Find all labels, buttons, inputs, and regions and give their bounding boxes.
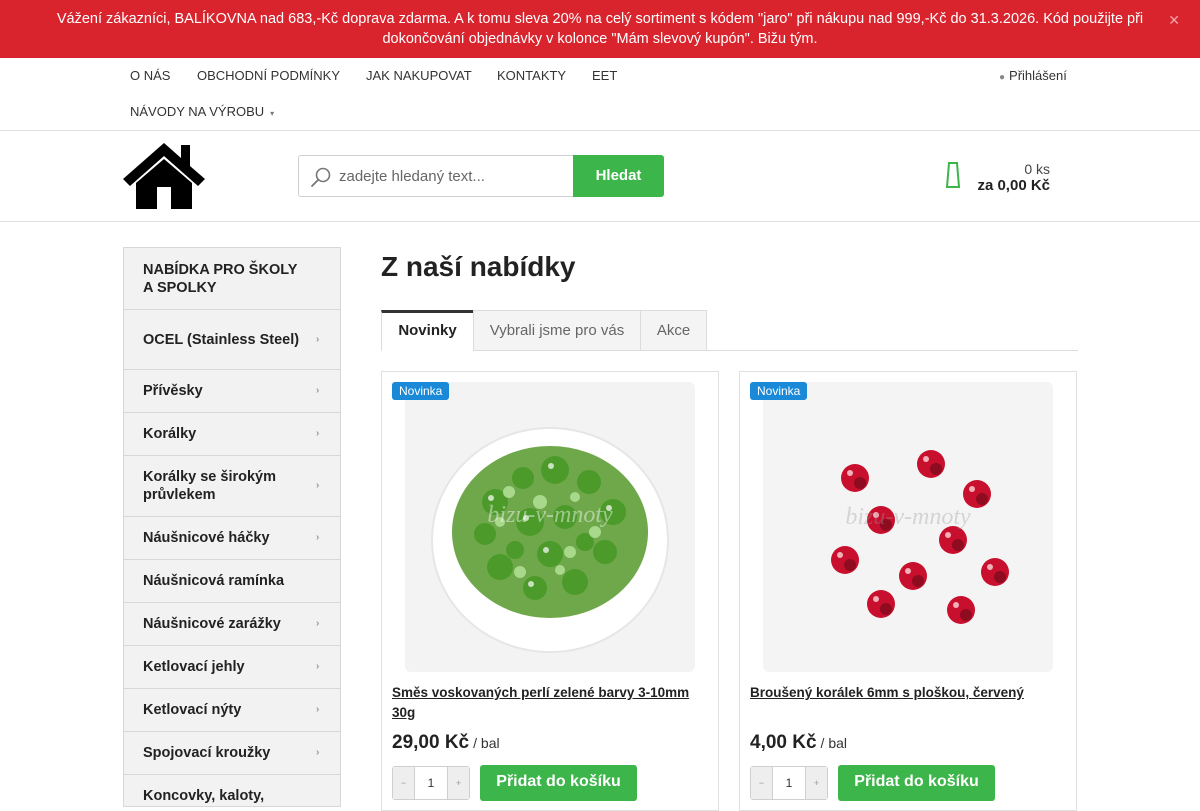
cart-total: za 0,00 Kč — [977, 177, 1050, 194]
search-icon — [311, 167, 331, 187]
sidebar-item-koralky-siroky[interactable]: Korálky se širokým průvlekem › — [124, 456, 340, 517]
chevron-right-icon: › — [316, 661, 320, 672]
sidebar-item-label: Ketlovací jehly — [143, 659, 245, 675]
home-logo-icon[interactable] — [123, 143, 205, 209]
sidebar-item-koralky[interactable]: Korálky › — [124, 413, 340, 456]
product-card: Novinka bizu-v-mnoty Broušený korálek 6m… — [739, 371, 1077, 811]
add-to-cart-button[interactable]: Přidat do košíku — [480, 765, 637, 801]
sidebar-item-label: Koncovky, kaloty, — [143, 788, 265, 804]
sidebar-item-spojovaci-krouzky[interactable]: Spojovací kroužky › — [124, 732, 340, 775]
chevron-right-icon: › — [316, 704, 320, 715]
chevron-right-icon: › — [316, 480, 320, 491]
sidebar-item-nausnicova-raminka[interactable]: Náušnicová ramínka — [124, 560, 340, 603]
sidebar-item-label: Ketlovací nýty — [143, 702, 242, 718]
chevron-down-icon: ▾ — [270, 109, 275, 118]
cart-widget[interactable]: 0 ks za 0,00 Kč — [944, 153, 1050, 201]
search-button[interactable]: Hledat — [573, 155, 664, 197]
sidebar-item-label: Korálky se širokým průvlekem — [143, 469, 276, 503]
sidebar-item-label: Přívěsky — [143, 383, 203, 399]
sidebar-item-ketlovaci-nyty[interactable]: Ketlovací nýty › — [124, 689, 340, 732]
chevron-right-icon: › — [316, 618, 320, 629]
chevron-right-icon: › — [316, 333, 320, 345]
category-sidebar: NABÍDKA PRO ŠKOLY A SPOLKY OCEL (Stainle… — [123, 247, 341, 807]
tab-novinky[interactable]: Novinky — [381, 310, 474, 351]
sidebar-item-label: Náušnicová ramínka — [143, 573, 285, 589]
quantity-input[interactable] — [415, 767, 447, 799]
banner-text: Vážení zákazníci, BALÍKOVNA nad 683,-Kč … — [56, 11, 1144, 47]
cart-icon — [946, 162, 960, 188]
top-navigation: O nás Obchodní podmínky Jak nakupovat Ko… — [0, 58, 1200, 131]
tab-vybrali-jsme[interactable]: Vybrali jsme pro vás — [473, 310, 641, 351]
product-price: 29,00 Kč / bal — [392, 732, 500, 754]
minus-icon[interactable]: − — [751, 767, 773, 799]
chevron-right-icon: › — [316, 532, 320, 543]
product-image[interactable]: bizu-v-mnoty — [763, 382, 1053, 672]
new-badge: Novinka — [392, 382, 450, 400]
quantity-stepper: − + — [392, 766, 470, 800]
sidebar-item-nausnicove-zarazky[interactable]: Náušnicové zarážky › — [124, 603, 340, 646]
login-label: Přihlášení — [1009, 68, 1067, 83]
close-icon[interactable]: ✕ — [1168, 10, 1180, 30]
image-watermark: bizu-v-mnoty — [845, 504, 971, 530]
announcement-banner: Vážení zákazníci, BALÍKOVNA nad 683,-Kč … — [0, 0, 1200, 58]
nav-item-obchodni-podminky[interactable]: Obchodní podmínky — [197, 68, 340, 83]
cart-count: 0 ks — [1024, 161, 1050, 177]
login-link[interactable]: ● Přihlášení — [999, 68, 1067, 83]
nav-item-eet[interactable]: EET — [592, 68, 617, 83]
chevron-right-icon: › — [316, 428, 320, 439]
product-tabs: Novinky Vybrali jsme pro vás Akce — [381, 310, 1078, 351]
sidebar-item-nausnicove-hacky[interactable]: Náušnicové háčky › — [124, 517, 340, 560]
user-icon: ● — [999, 72, 1006, 83]
quantity-stepper: − + — [750, 766, 828, 800]
sidebar-item-koncovky[interactable]: Koncovky, kaloty, — [124, 775, 340, 806]
nav-item-kontakty[interactable]: Kontakty — [497, 68, 566, 83]
sidebar-item-privesky[interactable]: Přívěsky › — [124, 370, 340, 413]
price-unit: / bal — [820, 735, 848, 751]
price-value: 29,00 Kč — [392, 732, 470, 753]
search-box — [298, 155, 574, 197]
sidebar-item-label: NABÍDKA PRO ŠKOLY A SPOLKY — [143, 261, 298, 296]
sidebar-item-label: Spojovací kroužky — [143, 745, 271, 761]
plus-icon[interactable]: + — [447, 767, 469, 799]
nav-item-jak-nakupovat[interactable]: Jak nakupovat — [366, 68, 472, 83]
price-value: 4,00 Kč — [750, 732, 817, 753]
minus-icon[interactable]: − — [393, 767, 415, 799]
sidebar-item-label: Náušnicové háčky — [143, 530, 270, 546]
chevron-right-icon: › — [316, 747, 320, 758]
product-price: 4,00 Kč / bal — [750, 732, 847, 754]
page-title: Z naší nabídky — [381, 251, 576, 282]
chevron-right-icon: › — [316, 385, 320, 396]
search-input[interactable] — [339, 156, 569, 196]
sidebar-item-label: Korálky — [143, 426, 197, 442]
product-card: Novinka bizu-v-mnoty Směs voskovaných pe… — [381, 371, 719, 811]
nav-item-navody[interactable]: Návody na výrobu ▾ — [130, 104, 274, 119]
plus-icon[interactable]: + — [805, 767, 827, 799]
sidebar-item-label: OCEL (Stainless Steel) — [143, 331, 300, 348]
new-badge: Novinka — [750, 382, 808, 400]
product-name-link[interactable]: Směs voskovaných perlí zelené barvy 3-10… — [392, 683, 710, 723]
price-unit: / bal — [473, 735, 500, 751]
quantity-input[interactable] — [773, 767, 805, 799]
sidebar-item-ocel[interactable]: OCEL (Stainless Steel) › — [124, 310, 340, 370]
nav-item-navody-label: Návody na výrobu — [130, 104, 265, 119]
image-watermark: bizu-v-mnoty — [487, 502, 613, 528]
product-image[interactable]: bizu-v-mnoty — [405, 382, 695, 672]
header: Hledat 0 ks za 0,00 Kč — [0, 131, 1200, 222]
nav-item-o-nas[interactable]: O nás — [130, 68, 170, 83]
tab-akce[interactable]: Akce — [640, 310, 707, 351]
sidebar-item-ketlovaci-jehly[interactable]: Ketlovací jehly › — [124, 646, 340, 689]
add-to-cart-button[interactable]: Přidat do košíku — [838, 765, 995, 801]
product-name-link[interactable]: Broušený korálek 6mm s ploškou, červený — [750, 683, 1068, 703]
sidebar-item-skoly[interactable]: NABÍDKA PRO ŠKOLY A SPOLKY — [124, 248, 340, 310]
sidebar-item-label: Náušnicové zarážky — [143, 616, 281, 632]
